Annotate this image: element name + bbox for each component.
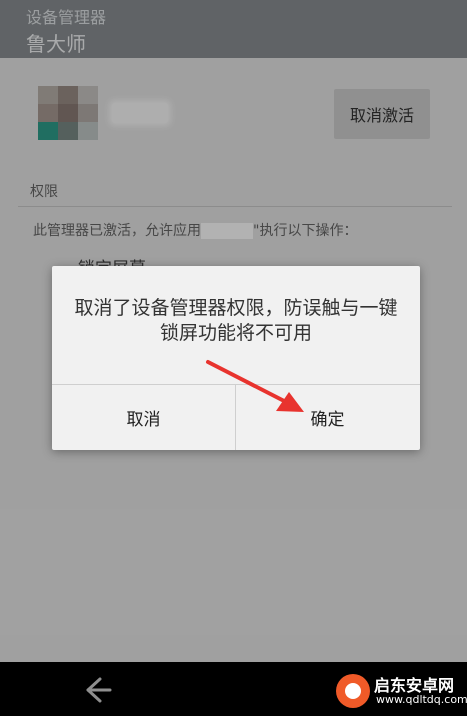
dialog-message: 取消了设备管理器权限，防误触与一键锁屏功能将不可用 [74,297,398,344]
watermark-url: www.qdltdq.com [376,693,467,706]
back-button[interactable] [72,672,112,706]
confirm-dialog: 取消了设备管理器权限，防误触与一键锁屏功能将不可用 取消 确定 [52,266,420,450]
dialog-confirm-button[interactable]: 确定 [236,385,419,450]
dialog-cancel-button[interactable]: 取消 [52,385,235,450]
screen: 设备管理器 鲁大师 取消激活 权限 此管理器已激活，允许应用"执行以下操作： 锁… [0,0,467,716]
watermark-logo-icon [336,674,370,708]
watermark: 启东安卓网 www.qdltdq.com [330,672,467,712]
back-arrow-icon [86,677,112,703]
